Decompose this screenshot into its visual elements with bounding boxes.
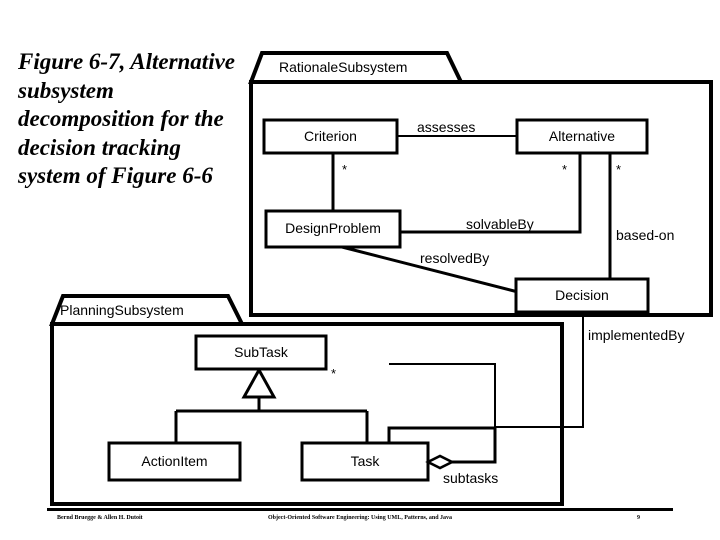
association-label-assesses: assesses (417, 119, 476, 135)
multiplicity-subtask-implementedby: * (331, 366, 337, 381)
multiplicity-alternative-solvableby: * (562, 162, 568, 177)
association-label-resolvedby: resolvedBy (420, 250, 490, 266)
class-label-subtask: SubTask (234, 344, 288, 360)
multiplicity-alternative-basedon: * (616, 162, 622, 177)
class-label-task: Task (350, 453, 380, 469)
association-label-solvableby: solvableBy (466, 216, 534, 232)
footer-book-title: Object-Oriented Software Engineering: Us… (268, 515, 453, 521)
footer-authors: Bernd Bruegge & Allen H. Dutoit (57, 515, 143, 521)
footer-divider (47, 508, 673, 511)
association-label-implementedby: implementedBy (588, 327, 685, 343)
slide-canvas: Figure 6-7, Alternative subsystem decomp… (0, 0, 720, 540)
association-label-basedon: based-on (616, 227, 675, 243)
package-rationale-subsystem (248, 51, 713, 317)
package-label-planning-subsystem: PlanningSubsystem (60, 302, 184, 318)
footer-page-number: 9 (637, 515, 640, 521)
class-label-alternative: Alternative (548, 128, 616, 144)
class-label-actionitem: ActionItem (141, 453, 208, 469)
package-label-rationale-subsystem: RationaleSubsystem (279, 59, 408, 75)
association-label-subtasks: subtasks (443, 470, 499, 486)
class-label-designproblem: DesignProblem (285, 220, 381, 236)
multiplicity-criterion-designproblem: * (342, 162, 348, 177)
class-label-criterion: Criterion (304, 128, 357, 144)
class-label-decision: Decision (555, 287, 609, 303)
